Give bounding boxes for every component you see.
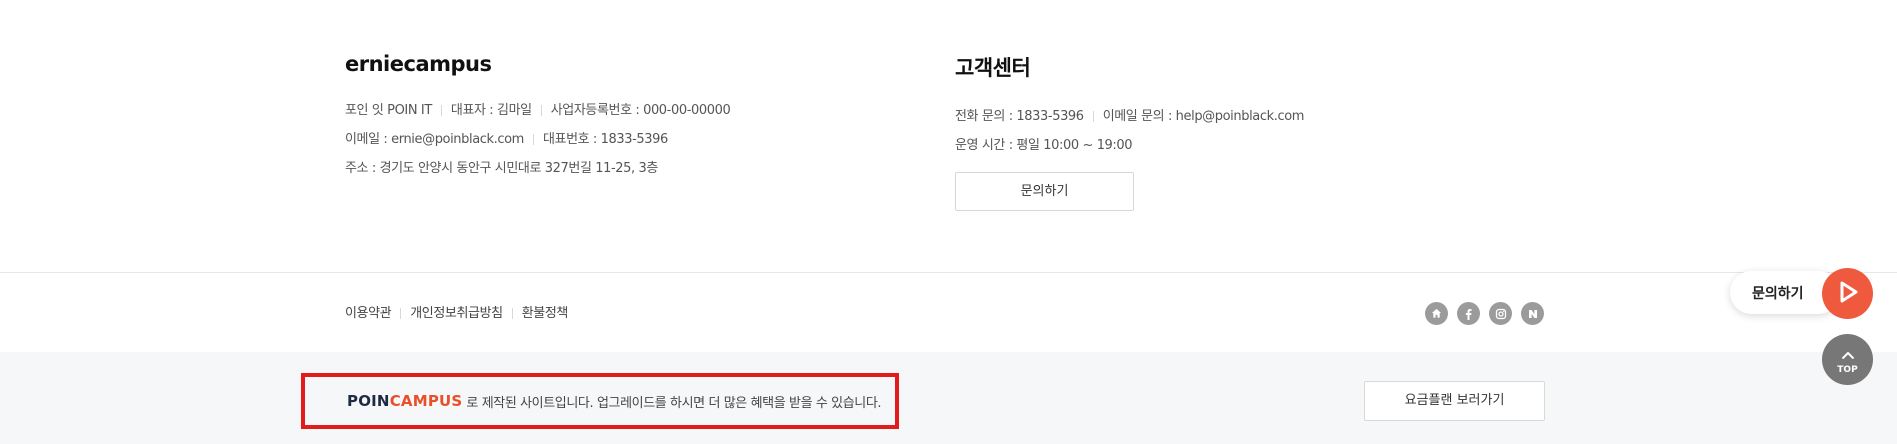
customer-center-title: 고객센터	[955, 56, 1031, 80]
company-business-name: 포인 잇 POIN IT	[345, 103, 432, 118]
terms-link[interactable]: 이용약관	[345, 306, 392, 321]
poincampus-logo: POINCAMPUS	[347, 392, 463, 410]
company-name: erniecampus	[345, 52, 492, 76]
play-chat-icon	[1835, 279, 1861, 309]
company-phone: 대표번호 : 1833-5396	[542, 132, 668, 147]
promo-banner: POINCAMPUS 로 제작된 사이트입니다. 업그레이드를 하시면 더 많은…	[301, 373, 899, 429]
bottom-promo-band	[0, 352, 1897, 444]
separator	[1092, 111, 1094, 122]
customer-center-phone: 전화 문의 : 1833-5396	[955, 109, 1084, 124]
customer-center-hours: 운영 시간 : 평일 10:00 ~ 19:00	[955, 138, 1133, 153]
company-address: 주소 : 경기도 안양시 동안구 시민대로 327번길 11-25, 3층	[345, 161, 658, 176]
company-info: erniecampus 포인 잇 POIN IT 대표자 : 김마일 사업자등록번호…	[345, 52, 731, 183]
separator	[440, 105, 442, 116]
customer-center-contact: 전화 문의 : 1833-5396 이메일 문의 : help@poinblack…	[955, 102, 1304, 131]
separator	[532, 134, 534, 145]
promo-text: 로 제작된 사이트입니다. 업그레이드를 하시면 더 많은 혜택을 받을 수 있…	[466, 395, 882, 411]
company-ceo: 대표자 : 김마일	[450, 103, 532, 118]
naver-icon[interactable]	[1521, 302, 1544, 325]
customer-center: 고객센터 전화 문의 : 1833-5396 이메일 문의 : help@poin…	[955, 52, 1304, 160]
chevron-up-icon	[1841, 345, 1855, 364]
social-links	[1425, 302, 1544, 325]
instagram-icon[interactable]	[1489, 302, 1512, 325]
company-registration-number: 사업자등록번호 : 000-00-00000	[550, 103, 731, 118]
refund-policy-link[interactable]: 환불정책	[522, 306, 569, 321]
scroll-top-button[interactable]: TOP	[1822, 334, 1873, 385]
separator	[400, 308, 402, 319]
company-info-line-1: 포인 잇 POIN IT 대표자 : 김마일 사업자등록번호 : 000-00-00…	[345, 96, 731, 125]
floating-inquiry-button[interactable]	[1822, 268, 1873, 319]
facebook-icon[interactable]	[1457, 302, 1480, 325]
company-info-line-2: 이메일 : ernie@poinblack.com 대표번호 : 1833-539…	[345, 125, 730, 154]
inquiry-button[interactable]: 문의하기	[955, 172, 1134, 211]
customer-center-email: 이메일 문의 : help@poinblack.com	[1102, 109, 1305, 124]
policy-links: 이용약관 개인정보취급방침 환불정책	[345, 302, 568, 321]
home-icon[interactable]	[1425, 302, 1448, 325]
separator	[511, 308, 513, 319]
floating-inquiry-text: 문의하기	[1752, 285, 1804, 302]
company-info-line-3: 주소 : 경기도 안양시 동안구 시민대로 327번길 11-25, 3층	[345, 154, 730, 183]
scroll-top-label: TOP	[1837, 364, 1858, 375]
view-plans-button[interactable]: 요금플랜 보러가기	[1364, 381, 1545, 421]
company-email: 이메일 : ernie@poinblack.com	[345, 132, 524, 147]
privacy-policy-link[interactable]: 개인정보취급방침	[410, 306, 503, 321]
separator	[540, 105, 542, 116]
footer-divider	[0, 272, 1897, 273]
